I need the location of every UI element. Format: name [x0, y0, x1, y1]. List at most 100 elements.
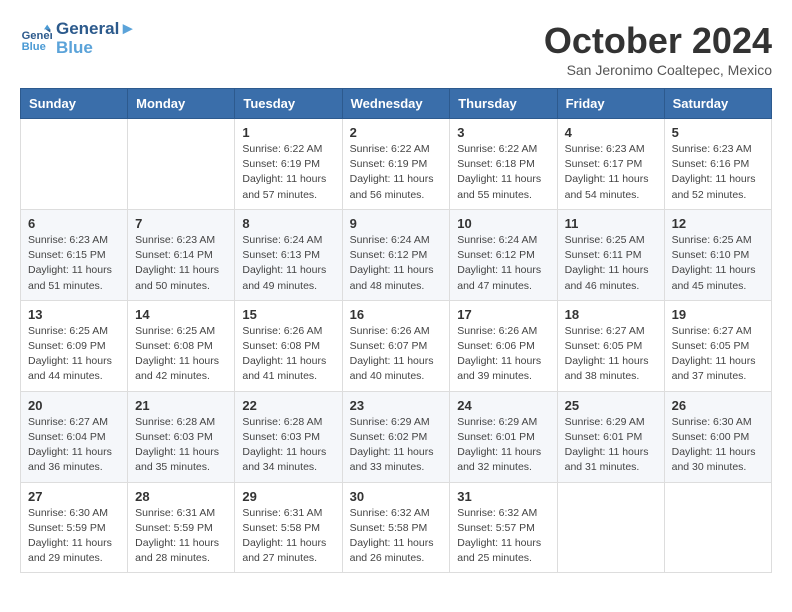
- day-info: Sunrise: 6:26 AM Sunset: 6:08 PM Dayligh…: [242, 324, 334, 385]
- day-number: 30: [350, 489, 443, 504]
- sunrise-text: Sunrise: 6:27 AM: [672, 325, 752, 337]
- day-number: 12: [672, 216, 764, 231]
- sunrise-text: Sunrise: 6:22 AM: [457, 143, 537, 155]
- sunrise-text: Sunrise: 6:27 AM: [28, 416, 108, 428]
- day-info: Sunrise: 6:25 AM Sunset: 6:08 PM Dayligh…: [135, 324, 227, 385]
- sunrise-text: Sunrise: 6:29 AM: [565, 416, 645, 428]
- day-number: 8: [242, 216, 334, 231]
- day-info: Sunrise: 6:25 AM Sunset: 6:11 PM Dayligh…: [565, 233, 657, 294]
- sunrise-text: Sunrise: 6:31 AM: [242, 507, 322, 519]
- table-row: 18 Sunrise: 6:27 AM Sunset: 6:05 PM Dayl…: [557, 300, 664, 391]
- day-info: Sunrise: 6:29 AM Sunset: 6:01 PM Dayligh…: [565, 415, 657, 476]
- daylight-text: Daylight: 11 hours and 47 minutes.: [457, 264, 541, 291]
- sunset-text: Sunset: 6:00 PM: [672, 431, 750, 443]
- daylight-text: Daylight: 11 hours and 29 minutes.: [28, 537, 112, 564]
- day-info: Sunrise: 6:31 AM Sunset: 5:58 PM Dayligh…: [242, 506, 334, 567]
- day-number: 9: [350, 216, 443, 231]
- table-row: [557, 482, 664, 573]
- sunrise-text: Sunrise: 6:29 AM: [457, 416, 537, 428]
- sunset-text: Sunset: 6:09 PM: [28, 340, 106, 352]
- table-row: 27 Sunrise: 6:30 AM Sunset: 5:59 PM Dayl…: [21, 482, 128, 573]
- day-info: Sunrise: 6:23 AM Sunset: 6:17 PM Dayligh…: [565, 142, 657, 203]
- table-row: [128, 119, 235, 210]
- calendar-table: Sunday Monday Tuesday Wednesday Thursday…: [20, 88, 772, 573]
- sunset-text: Sunset: 6:16 PM: [672, 158, 750, 170]
- table-row: 5 Sunrise: 6:23 AM Sunset: 6:16 PM Dayli…: [664, 119, 771, 210]
- day-number: 10: [457, 216, 549, 231]
- daylight-text: Daylight: 11 hours and 57 minutes.: [242, 173, 326, 200]
- day-info: Sunrise: 6:30 AM Sunset: 6:00 PM Dayligh…: [672, 415, 764, 476]
- sunset-text: Sunset: 6:02 PM: [350, 431, 428, 443]
- sunrise-text: Sunrise: 6:32 AM: [457, 507, 537, 519]
- sunset-text: Sunset: 6:18 PM: [457, 158, 535, 170]
- sunrise-text: Sunrise: 6:24 AM: [242, 234, 322, 246]
- calendar-week-row: 13 Sunrise: 6:25 AM Sunset: 6:09 PM Dayl…: [21, 300, 772, 391]
- daylight-text: Daylight: 11 hours and 33 minutes.: [350, 446, 434, 473]
- sunrise-text: Sunrise: 6:27 AM: [565, 325, 645, 337]
- sunrise-text: Sunrise: 6:30 AM: [672, 416, 752, 428]
- table-row: 4 Sunrise: 6:23 AM Sunset: 6:17 PM Dayli…: [557, 119, 664, 210]
- table-row: 9 Sunrise: 6:24 AM Sunset: 6:12 PM Dayli…: [342, 209, 450, 300]
- table-row: 29 Sunrise: 6:31 AM Sunset: 5:58 PM Dayl…: [235, 482, 342, 573]
- sunset-text: Sunset: 6:08 PM: [135, 340, 213, 352]
- daylight-text: Daylight: 11 hours and 35 minutes.: [135, 446, 219, 473]
- daylight-text: Daylight: 11 hours and 46 minutes.: [565, 264, 649, 291]
- daylight-text: Daylight: 11 hours and 45 minutes.: [672, 264, 756, 291]
- daylight-text: Daylight: 11 hours and 31 minutes.: [565, 446, 649, 473]
- table-row: 16 Sunrise: 6:26 AM Sunset: 6:07 PM Dayl…: [342, 300, 450, 391]
- daylight-text: Daylight: 11 hours and 39 minutes.: [457, 355, 541, 382]
- col-saturday: Saturday: [664, 89, 771, 119]
- day-number: 25: [565, 398, 657, 413]
- table-row: 12 Sunrise: 6:25 AM Sunset: 6:10 PM Dayl…: [664, 209, 771, 300]
- sunrise-text: Sunrise: 6:30 AM: [28, 507, 108, 519]
- day-info: Sunrise: 6:32 AM Sunset: 5:57 PM Dayligh…: [457, 506, 549, 567]
- sunset-text: Sunset: 6:03 PM: [135, 431, 213, 443]
- page-header: General Blue General Blue General► Blue …: [20, 20, 772, 78]
- table-row: 13 Sunrise: 6:25 AM Sunset: 6:09 PM Dayl…: [21, 300, 128, 391]
- day-info: Sunrise: 6:22 AM Sunset: 6:18 PM Dayligh…: [457, 142, 549, 203]
- sunset-text: Sunset: 5:58 PM: [242, 522, 320, 534]
- sunrise-text: Sunrise: 6:22 AM: [242, 143, 322, 155]
- day-number: 18: [565, 307, 657, 322]
- day-number: 29: [242, 489, 334, 504]
- day-number: 14: [135, 307, 227, 322]
- sunrise-text: Sunrise: 6:25 AM: [28, 325, 108, 337]
- day-info: Sunrise: 6:29 AM Sunset: 6:02 PM Dayligh…: [350, 415, 443, 476]
- sunrise-text: Sunrise: 6:26 AM: [350, 325, 430, 337]
- sunrise-text: Sunrise: 6:23 AM: [135, 234, 215, 246]
- daylight-text: Daylight: 11 hours and 42 minutes.: [135, 355, 219, 382]
- table-row: 17 Sunrise: 6:26 AM Sunset: 6:06 PM Dayl…: [450, 300, 557, 391]
- day-number: 22: [242, 398, 334, 413]
- col-thursday: Thursday: [450, 89, 557, 119]
- sunrise-text: Sunrise: 6:28 AM: [242, 416, 322, 428]
- table-row: 15 Sunrise: 6:26 AM Sunset: 6:08 PM Dayl…: [235, 300, 342, 391]
- day-number: 19: [672, 307, 764, 322]
- sunrise-text: Sunrise: 6:24 AM: [350, 234, 430, 246]
- sunrise-text: Sunrise: 6:26 AM: [242, 325, 322, 337]
- table-row: 23 Sunrise: 6:29 AM Sunset: 6:02 PM Dayl…: [342, 391, 450, 482]
- sunrise-text: Sunrise: 6:31 AM: [135, 507, 215, 519]
- day-info: Sunrise: 6:22 AM Sunset: 6:19 PM Dayligh…: [350, 142, 443, 203]
- day-info: Sunrise: 6:30 AM Sunset: 5:59 PM Dayligh…: [28, 506, 120, 567]
- day-info: Sunrise: 6:25 AM Sunset: 6:10 PM Dayligh…: [672, 233, 764, 294]
- day-number: 31: [457, 489, 549, 504]
- svg-text:Blue: Blue: [22, 41, 46, 53]
- daylight-text: Daylight: 11 hours and 26 minutes.: [350, 537, 434, 564]
- daylight-text: Daylight: 11 hours and 34 minutes.: [242, 446, 326, 473]
- col-monday: Monday: [128, 89, 235, 119]
- daylight-text: Daylight: 11 hours and 37 minutes.: [672, 355, 756, 382]
- table-row: 30 Sunrise: 6:32 AM Sunset: 5:58 PM Dayl…: [342, 482, 450, 573]
- day-info: Sunrise: 6:31 AM Sunset: 5:59 PM Dayligh…: [135, 506, 227, 567]
- day-info: Sunrise: 6:23 AM Sunset: 6:14 PM Dayligh…: [135, 233, 227, 294]
- sunrise-text: Sunrise: 6:25 AM: [135, 325, 215, 337]
- sunset-text: Sunset: 6:15 PM: [28, 249, 106, 261]
- daylight-text: Daylight: 11 hours and 48 minutes.: [350, 264, 434, 291]
- sunset-text: Sunset: 6:12 PM: [350, 249, 428, 261]
- svg-text:General: General: [22, 30, 52, 42]
- table-row: 31 Sunrise: 6:32 AM Sunset: 5:57 PM Dayl…: [450, 482, 557, 573]
- table-row: 1 Sunrise: 6:22 AM Sunset: 6:19 PM Dayli…: [235, 119, 342, 210]
- sunset-text: Sunset: 6:10 PM: [672, 249, 750, 261]
- day-number: 28: [135, 489, 227, 504]
- day-number: 4: [565, 125, 657, 140]
- sunset-text: Sunset: 6:04 PM: [28, 431, 106, 443]
